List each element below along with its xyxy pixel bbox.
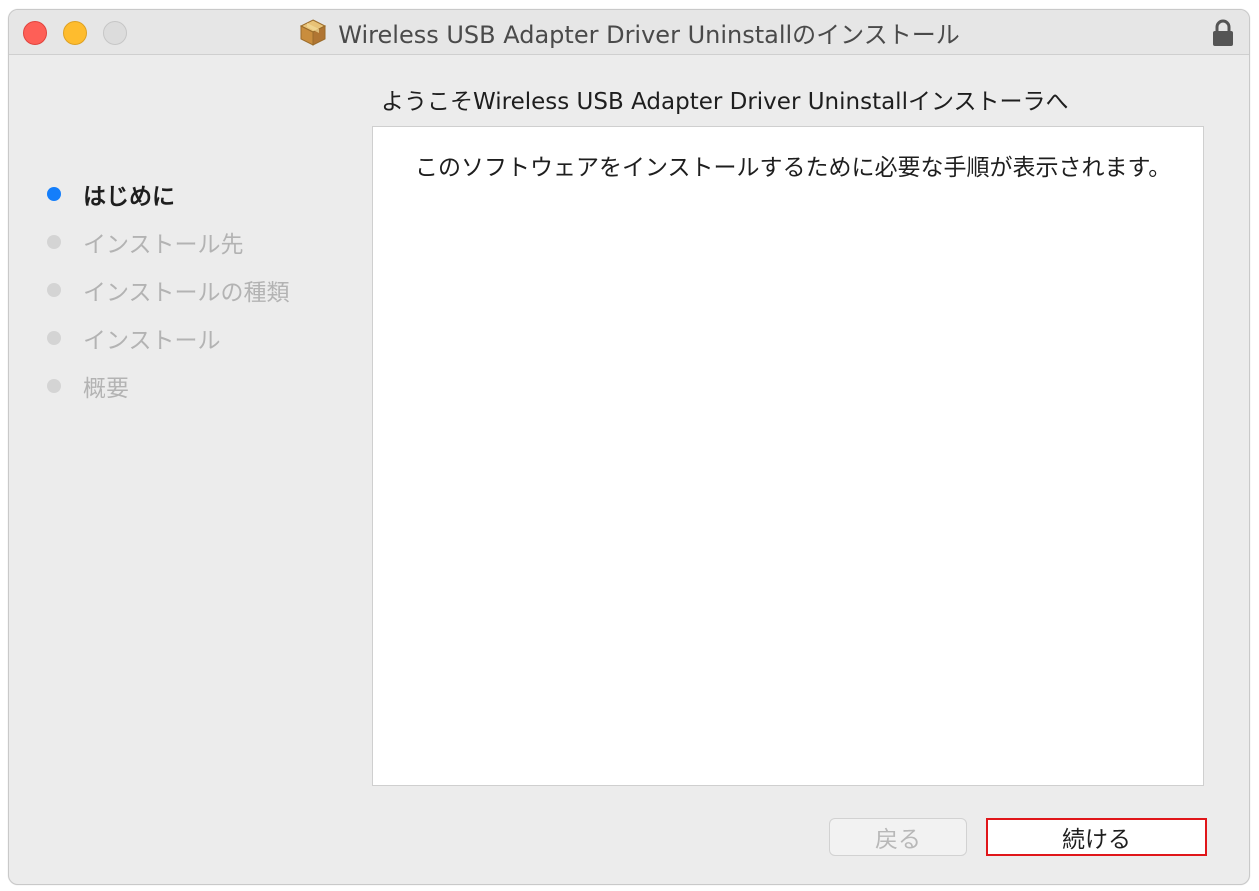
package-icon [300, 19, 327, 46]
intro-text: このソフトウェアをインストールするために必要な手順が表示されます。 [415, 155, 1172, 181]
content-pane: このソフトウェアをインストールするために必要な手順が表示されます。 [372, 126, 1204, 786]
back-button[interactable]: 戻る [829, 818, 967, 856]
step-label: インストールの種類 [83, 280, 290, 306]
step-indicator-dot [47, 379, 61, 393]
title-bar[interactable]: Wireless USB Adapter Driver Uninstallのイン… [9, 10, 1249, 55]
installer-window: Wireless USB Adapter Driver Uninstallのイン… [8, 9, 1250, 885]
step-indicator-dot [47, 283, 61, 297]
step-label: 概要 [83, 376, 129, 402]
step-summary: 概要 [47, 362, 367, 410]
title-group: Wireless USB Adapter Driver Uninstallのイン… [9, 10, 1249, 54]
step-installation-type: インストールの種類 [47, 266, 367, 314]
step-introduction: はじめに [47, 170, 367, 218]
step-installation: インストール [47, 314, 367, 362]
step-label: インストール [83, 328, 221, 354]
step-indicator-dot [47, 187, 61, 201]
step-indicator-dot [47, 331, 61, 345]
lock-icon [1213, 19, 1233, 46]
steps-sidebar: はじめに インストール先 インストールの種類 インストール 概要 [47, 170, 367, 410]
continue-button[interactable]: 続ける [986, 818, 1207, 856]
welcome-heading: ようこそWireless USB Adapter Driver Uninstal… [381, 89, 1069, 115]
step-indicator-dot [47, 235, 61, 249]
step-label: インストール先 [83, 232, 244, 258]
step-label: はじめに [83, 184, 175, 210]
step-destination: インストール先 [47, 218, 367, 266]
window-title: Wireless USB Adapter Driver Uninstallのイン… [338, 20, 960, 49]
